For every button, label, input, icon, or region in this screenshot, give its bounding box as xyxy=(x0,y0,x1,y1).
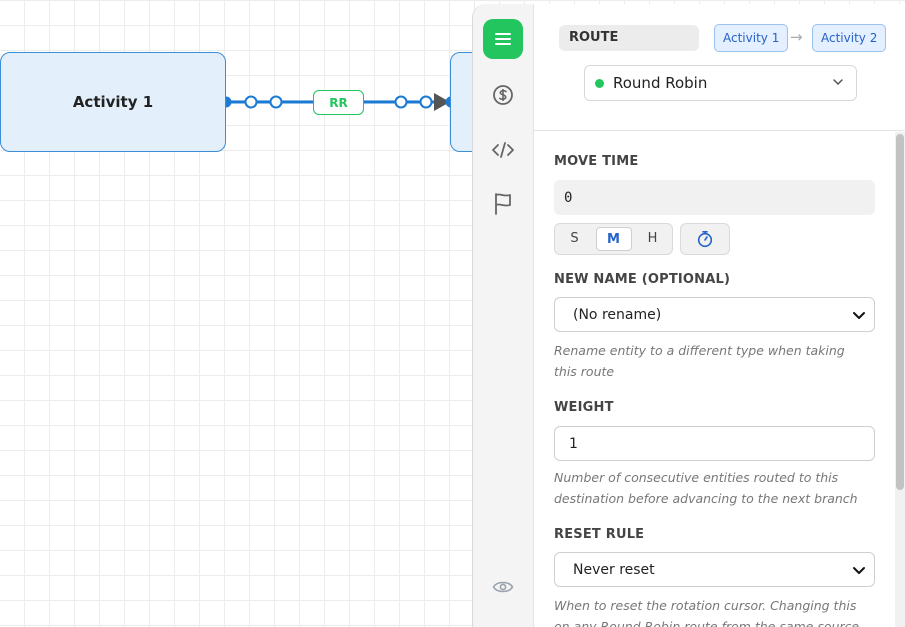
distribution-timer-button[interactable] xyxy=(680,223,730,255)
edge-waypoint[interactable] xyxy=(244,95,258,109)
round-robin-badge-label: RR xyxy=(329,95,348,110)
unit-seconds-button[interactable]: S xyxy=(557,227,593,251)
reset-rule-hint: When to reset the rotation cursor. Chang… xyxy=(554,598,860,627)
activity-node-label: Activity 1 xyxy=(72,93,154,111)
reset-rule-select[interactable]: Never reset xyxy=(554,552,875,587)
route-arrow-icon: → xyxy=(790,28,803,46)
panel-scrollbar[interactable] xyxy=(895,132,905,627)
new-name-select[interactable]: (No rename) xyxy=(554,297,875,332)
status-dot-icon xyxy=(595,78,604,88)
eye-icon xyxy=(492,581,514,593)
scrollbar-thumb[interactable] xyxy=(896,134,904,490)
panel-header: ROUTE Activity 1 → Activity 2 Round Robi… xyxy=(534,4,905,131)
edge-waypoint[interactable] xyxy=(269,95,283,109)
new-name-hint: Rename entity to a different type when t… xyxy=(554,343,845,379)
weight-input[interactable]: 1 xyxy=(554,426,875,461)
side-rail xyxy=(472,4,534,627)
reset-rule-value: Never reset xyxy=(573,561,655,578)
panel-body[interactable]: MOVE TIME 0 S M H NEW NAME (OPTIONAL) (N… xyxy=(534,132,905,627)
move-time-label: MOVE TIME xyxy=(554,154,639,169)
route-source-chip[interactable]: Activity 1 xyxy=(714,24,789,52)
chevron-down-icon xyxy=(833,79,843,86)
weight-hint: Number of consecutive entities routed to… xyxy=(554,470,858,506)
visibility-button[interactable] xyxy=(483,567,523,607)
activity-node-1[interactable]: Activity 1 xyxy=(0,52,226,152)
menu-button[interactable] xyxy=(483,19,523,59)
route-target-chip[interactable]: Activity 2 xyxy=(812,24,887,52)
flag-button[interactable] xyxy=(483,184,523,224)
route-type-tag: ROUTE xyxy=(559,25,699,51)
weight-value: 1 xyxy=(569,435,578,452)
new-name-label: NEW NAME (OPTIONAL) xyxy=(554,272,731,287)
stopwatch-icon xyxy=(697,230,713,248)
code-icon xyxy=(492,142,514,158)
dollar-icon xyxy=(493,85,513,105)
route-properties-panel: ROUTE Activity 1 → Activity 2 Round Robi… xyxy=(534,4,905,627)
chevron-down-icon xyxy=(853,567,865,574)
menu-icon xyxy=(495,33,511,45)
unit-minutes-button[interactable]: M xyxy=(595,227,632,251)
move-time-input[interactable]: 0 xyxy=(554,180,875,215)
cost-button[interactable] xyxy=(483,75,523,115)
unit-hours-button[interactable]: H xyxy=(635,227,671,251)
edge-waypoint[interactable] xyxy=(419,95,433,109)
weight-label: WEIGHT xyxy=(554,400,614,415)
code-button[interactable] xyxy=(483,130,523,170)
round-robin-badge[interactable]: RR xyxy=(313,90,364,115)
move-time-value: 0 xyxy=(564,189,573,206)
new-name-value: (No rename) xyxy=(573,306,662,323)
flag-icon xyxy=(495,193,511,215)
edge-waypoint[interactable] xyxy=(394,95,408,109)
routing-strategy-select[interactable]: Round Robin xyxy=(584,65,857,101)
reset-rule-label: RESET RULE xyxy=(554,527,645,542)
time-unit-toggle: S M H xyxy=(554,223,673,255)
chevron-down-icon xyxy=(853,312,865,319)
routing-strategy-value: Round Robin xyxy=(613,74,708,92)
